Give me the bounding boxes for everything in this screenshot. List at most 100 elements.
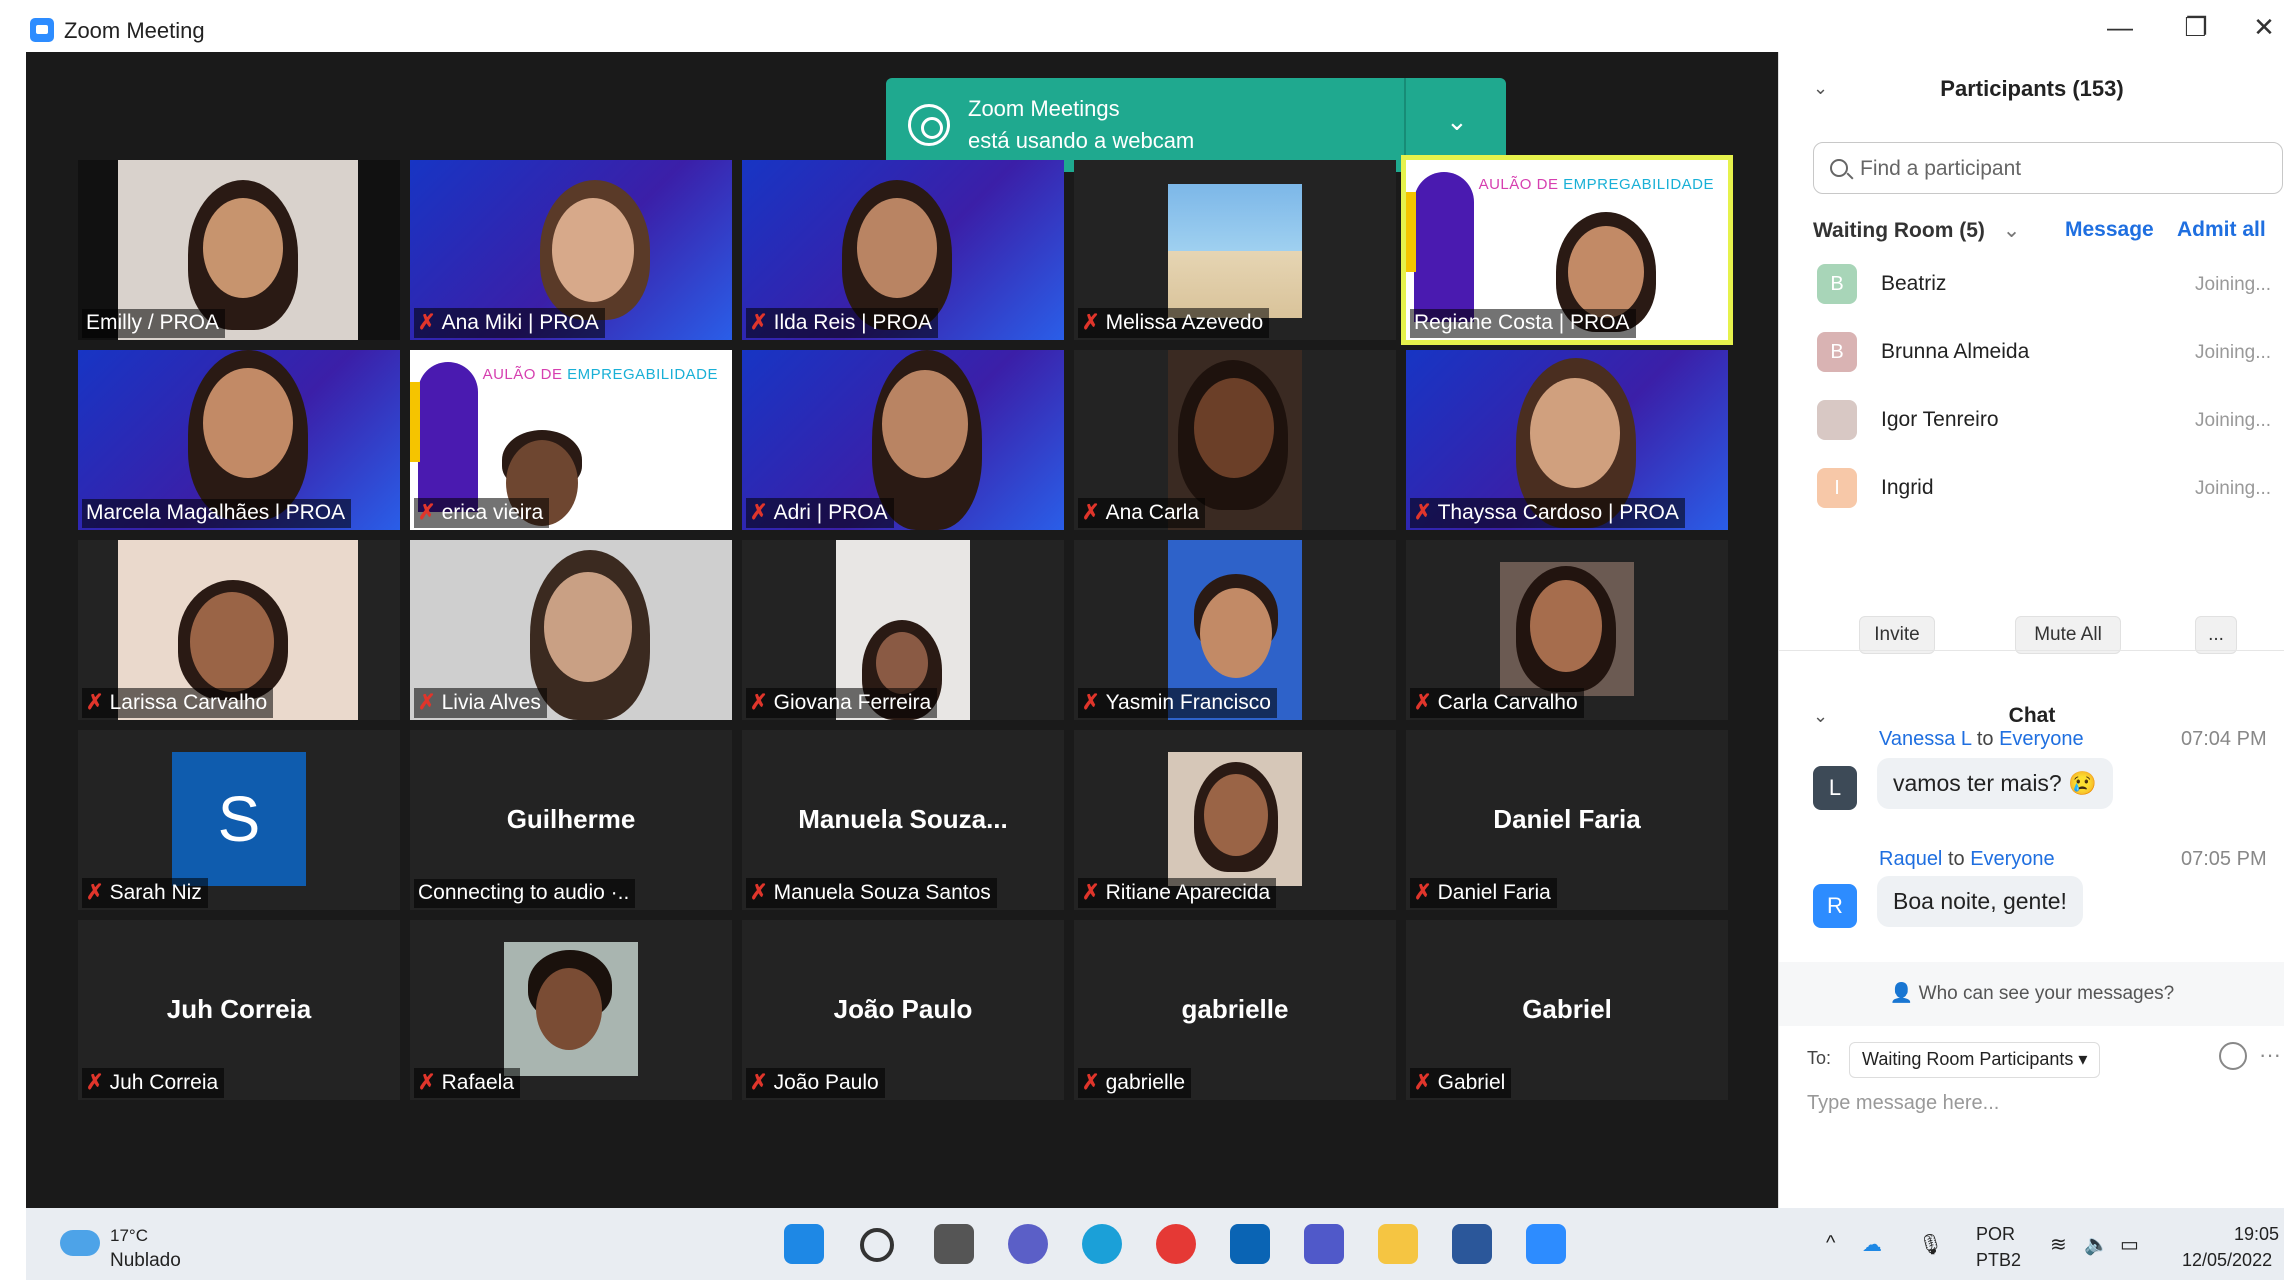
muted-mic-icon: ✗ — [1082, 1071, 1100, 1094]
muted-mic-icon: ✗ — [750, 881, 768, 904]
more-icon[interactable]: ··· — [2259, 1042, 2281, 1068]
chat-input[interactable]: Type message here... — [1807, 1092, 1999, 1115]
weather-temp[interactable]: 17°C — [110, 1226, 148, 1246]
video-tile[interactable]: Manuela Souza... ✗ Manuela Souza Santos — [742, 730, 1064, 910]
participant-name-label: Regiane Costa | PROA — [1410, 309, 1636, 338]
word-icon[interactable] — [1452, 1224, 1492, 1264]
video-tile[interactable]: ✗ Ana Carla — [1074, 350, 1396, 530]
edge-icon[interactable] — [1082, 1224, 1122, 1264]
invite-button[interactable]: Invite — [1859, 616, 1935, 654]
cloud-icon[interactable] — [60, 1230, 100, 1256]
video-tile[interactable]: AULÃO DE EMPREGABILIDADE ✗ erica vieira — [410, 350, 732, 530]
video-tile[interactable]: ✗ Larissa Carvalho — [78, 540, 400, 720]
avatar: S — [172, 752, 306, 886]
waiting-room-message-button[interactable]: Message — [2065, 218, 2154, 242]
maximize-button[interactable]: ❐ — [2176, 12, 2216, 43]
participant-name-label: ✗ Carla Carvalho — [1410, 688, 1584, 718]
search-placeholder: Find a participant — [1860, 157, 2022, 180]
volume-icon[interactable]: 🔈 — [2084, 1232, 2109, 1257]
participant-search-input[interactable]: Find a participant — [1813, 142, 2283, 194]
keyboard-layout[interactable]: PTB2 — [1976, 1250, 2021, 1271]
message-time: 07:04 PM — [2181, 728, 2267, 750]
search-icon[interactable] — [860, 1228, 894, 1262]
outlook-icon[interactable] — [1230, 1224, 1270, 1264]
waiting-participant[interactable]: B Brunna Almeida Joining... — [1817, 328, 2277, 376]
chevron-up-icon[interactable]: ^ — [1826, 1232, 1835, 1255]
minimize-button[interactable]: — — [2100, 12, 2140, 43]
video-tile[interactable]: S ✗ Sarah Niz — [78, 730, 400, 910]
task-view-icon[interactable] — [934, 1224, 974, 1264]
participant-display-name: Manuela Souza... — [798, 804, 1008, 834]
wifi-icon[interactable]: ≋ — [2050, 1232, 2067, 1257]
video-tile[interactable]: ✗ Giovana Ferreira — [742, 540, 1064, 720]
video-tile[interactable]: Gabriel ✗ Gabriel — [1406, 920, 1728, 1100]
video-tile[interactable]: ✗ Ilda Reis | PROA — [742, 160, 1064, 340]
waiting-room-header[interactable]: Waiting Room (5) ⌄ — [1813, 218, 2020, 243]
mute-all-button[interactable]: Mute All — [2015, 616, 2121, 654]
video-tile[interactable]: ✗ Carla Carvalho — [1406, 540, 1728, 720]
teams-icon[interactable] — [1304, 1224, 1344, 1264]
video-tile[interactable]: ✗ Ritiane Aparecida — [1074, 730, 1396, 910]
weather-desc[interactable]: Nublado — [110, 1250, 181, 1272]
muted-mic-icon: ✗ — [750, 691, 768, 714]
video-tile[interactable]: ✗ Thayssa Cardoso | PROA — [1406, 350, 1728, 530]
notification-title: Zoom Meetings — [968, 96, 1120, 121]
video-tile[interactable]: ✗ Melissa Azevedo — [1074, 160, 1396, 340]
participant-status: Joining... — [2195, 274, 2272, 295]
video-tile[interactable]: ✗ Adri | PROA — [742, 350, 1064, 530]
onedrive-icon[interactable]: ☁ — [1862, 1232, 1882, 1257]
close-button[interactable]: ✕ — [2244, 12, 2284, 43]
video-tile[interactable]: ✗ Ana Miki | PROA — [410, 160, 732, 340]
video-tile[interactable]: gabrielle ✗ gabrielle — [1074, 920, 1396, 1100]
video-tile[interactable]: Juh Correia ✗ Juh Correia — [78, 920, 400, 1100]
zoom-taskbar-icon[interactable] — [1526, 1224, 1566, 1264]
muted-mic-icon: ✗ — [1414, 881, 1432, 904]
chat-recipient-select[interactable]: Waiting Room Participants ▾ — [1849, 1042, 2101, 1078]
video-tile[interactable]: Guilherme Connecting to audio ·.. — [410, 730, 732, 910]
file-explorer-icon[interactable] — [1378, 1224, 1418, 1264]
participant-name-label: ✗ João Paulo — [746, 1068, 885, 1098]
clock-date[interactable]: 12/05/2022 — [2182, 1250, 2272, 1271]
to-label: To: — [1807, 1048, 1832, 1068]
participant-name-label: ✗ Larissa Carvalho — [82, 688, 274, 718]
video-tile[interactable]: Emilly / PROA — [78, 160, 400, 340]
video-tile[interactable]: Marcela Magalhães l PROA — [78, 350, 400, 530]
who-can-see-messages-link[interactable]: 👤 Who can see your messages? — [1779, 962, 2284, 1026]
avatar: B — [1817, 264, 1857, 304]
participant-display-name: Guilherme — [506, 804, 636, 834]
chrome-icon[interactable] — [1156, 1224, 1196, 1264]
waiting-participant[interactable]: B Beatriz Joining... — [1817, 260, 2277, 308]
video-tile[interactable]: João Paulo ✗ João Paulo — [742, 920, 1064, 1100]
video-tile-active-speaker[interactable]: AULÃO DE EMPREGABILIDADE Regiane Costa |… — [1401, 155, 1733, 345]
chat-title: Chat — [2008, 704, 2056, 727]
participant-name: Ingrid — [1881, 476, 1934, 499]
video-tile[interactable]: ✗ Yasmin Francisco — [1074, 540, 1396, 720]
muted-mic-icon: ✗ — [418, 691, 436, 714]
zoom-window: Zoom Meeting — ❐ ✕ Zoom Meetings está us… — [0, 0, 2284, 1208]
chevron-down-icon[interactable]: ⌄ — [1446, 106, 1468, 137]
waiting-participant[interactable]: I Ingrid Joining... — [1817, 464, 2277, 512]
participant-name-label: ✗ gabrielle — [1078, 1068, 1191, 1098]
windows-start-icon[interactable] — [784, 1224, 824, 1264]
more-options-button[interactable]: ... — [2195, 616, 2237, 654]
muted-mic-icon: ✗ — [1082, 691, 1100, 714]
avatar: L — [1813, 766, 1857, 810]
participant-name-label: ✗ Manuela Souza Santos — [746, 878, 997, 908]
waiting-participant[interactable]: Igor Tenreiro Joining... — [1817, 396, 2277, 444]
video-tile[interactable]: ✗ Livia Alves — [410, 540, 732, 720]
video-tile[interactable]: Daniel Faria ✗ Daniel Faria — [1406, 730, 1728, 910]
muted-mic-icon: ✗ — [418, 1071, 436, 1094]
clock-time[interactable]: 19:05 — [2234, 1224, 2279, 1245]
battery-icon[interactable]: ▭ — [2120, 1232, 2139, 1257]
chat-divider — [1779, 650, 2284, 651]
teams-chat-icon[interactable] — [1008, 1224, 1048, 1264]
emoji-icon[interactable] — [2219, 1042, 2247, 1070]
microphone-icon[interactable]: 🎙 — [1918, 1232, 1943, 1257]
video-tile[interactable]: ✗ Rafaela — [410, 920, 732, 1100]
muted-mic-icon: ✗ — [1414, 691, 1432, 714]
window-title: Zoom Meeting — [64, 18, 205, 43]
input-language[interactable]: POR — [1976, 1224, 2015, 1245]
webcam-notification[interactable]: Zoom Meetings está usando a webcam ⌄ — [886, 78, 1506, 172]
admit-all-button[interactable]: Admit all — [2177, 218, 2266, 242]
participant-status: Joining... — [2195, 410, 2272, 431]
